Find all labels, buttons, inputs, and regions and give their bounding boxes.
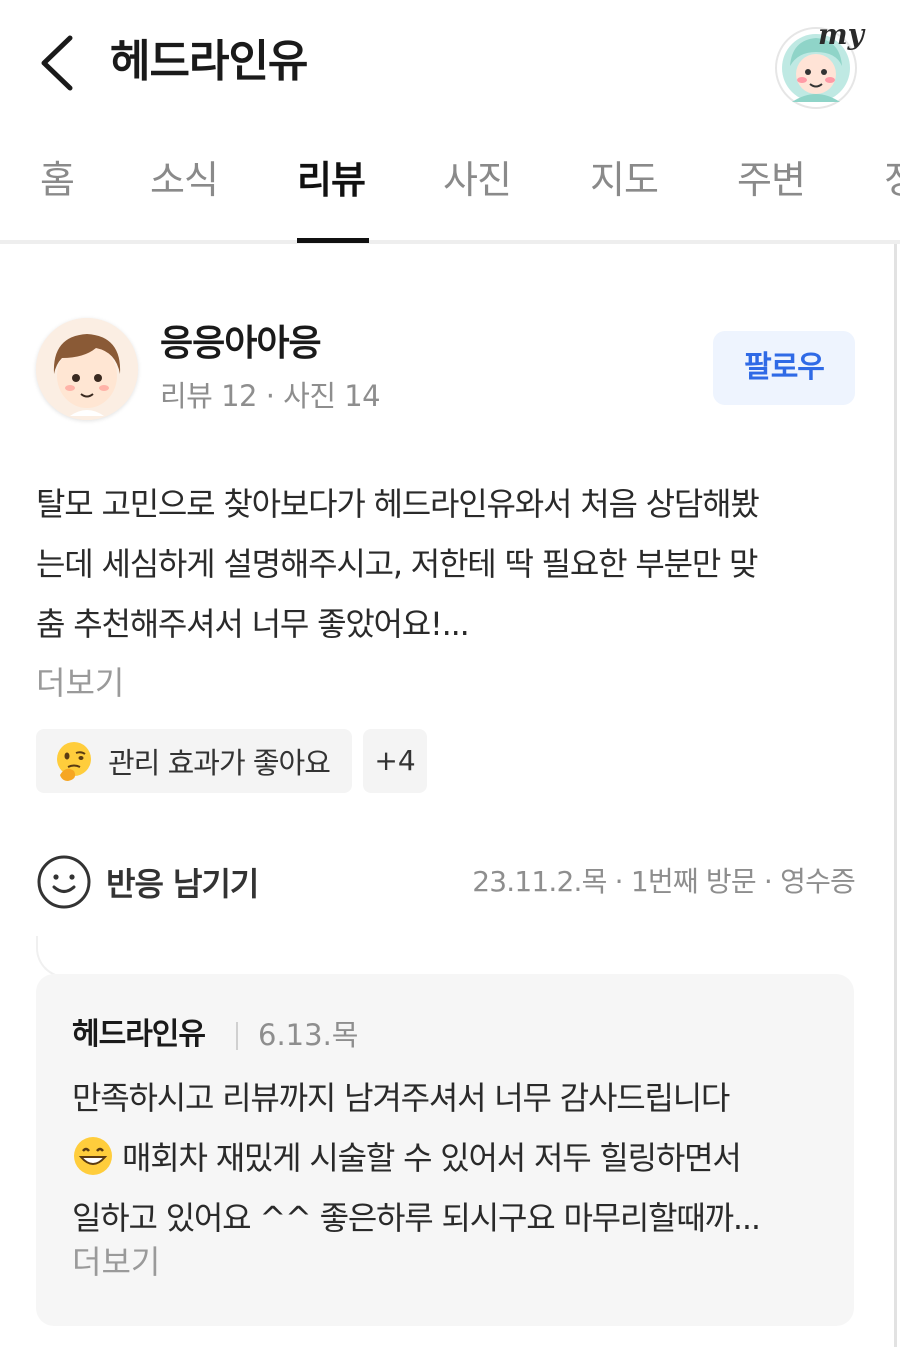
reply-text-line: 일하고 있어요 ^^ 좋은하루 되시구요 마무리할때까... xyxy=(72,1199,761,1237)
tab-bar: 홈 소식 리뷰 사진 지도 주변 정 xyxy=(0,126,900,244)
keyword-tag-label: 관리 효과가 좋아요 xyxy=(108,746,331,780)
reply-connector xyxy=(36,936,76,978)
back-button[interactable] xyxy=(30,30,86,96)
review-text-line: 는데 세심하게 설명해주시고, 저한테 딱 필요한 부분만 맞 xyxy=(36,545,758,583)
tab-map[interactable]: 지도 xyxy=(590,154,659,206)
my-profile-button[interactable]: my xyxy=(770,14,870,114)
my-label: my xyxy=(818,18,864,51)
visit-info: 23.11.2.목 · 1번째 방문 · 영수증 xyxy=(472,865,856,898)
tab-reviews[interactable]: 리뷰 xyxy=(297,154,366,206)
header: 헤드라인유 my xyxy=(0,0,900,126)
keyword-tag-chip[interactable]: 관리 효과가 좋아요 xyxy=(36,729,352,793)
avatar[interactable] xyxy=(36,318,138,420)
scroll-edge-divider xyxy=(894,244,897,1347)
chevron-left-icon xyxy=(41,35,73,91)
divider xyxy=(236,1022,238,1050)
reply-text-line: 만족하시고 리뷰까지 남겨주셔서 너무 감사드립니다 xyxy=(72,1079,730,1117)
reply-text-line-with-emoji: 매회차 재밌게 시술할 수 있어서 저두 힐링하면서 xyxy=(72,1128,832,1188)
grinning-face-emoji-icon xyxy=(74,1137,112,1175)
reply-date: 6.13.목 xyxy=(258,1018,359,1052)
follow-button[interactable]: 팔로우 xyxy=(713,331,855,405)
owner-reply-text[interactable]: 만족하시고 리뷰까지 남겨주셔서 너무 감사드립니다 매회차 재밌게 시술할 수… xyxy=(72,1068,832,1248)
reply-text-line: 매회차 재밌게 시술할 수 있어서 저두 힐링하면서 xyxy=(122,1139,742,1177)
more-tags-button[interactable]: +4 xyxy=(363,729,427,793)
leave-reaction-label: 반응 남기기 xyxy=(106,865,259,903)
tab-info[interactable]: 정 xyxy=(884,154,900,206)
author-stats: 리뷰 12 · 사진 14 xyxy=(160,379,381,413)
tab-news[interactable]: 소식 xyxy=(150,154,219,206)
user-avatar-icon xyxy=(36,318,138,420)
tab-photos[interactable]: 사진 xyxy=(443,154,512,206)
review-more-link[interactable]: 더보기 xyxy=(36,656,124,710)
tab-nearby[interactable]: 주변 xyxy=(737,154,806,206)
page-title: 헤드라인유 xyxy=(110,36,308,87)
owner-name: 헤드라인유 xyxy=(72,1017,206,1052)
author-name[interactable]: 응응아아응 xyxy=(160,318,322,370)
tab-home[interactable]: 홈 xyxy=(40,154,75,206)
review-text[interactable]: 탈모 고민으로 찾아보다가 헤드라인유와서 처음 상담해봤 는데 세심하게 설명… xyxy=(36,474,866,654)
thinking-face-emoji-icon xyxy=(57,742,91,781)
smiley-icon xyxy=(37,855,91,909)
review-text-line: 탈모 고민으로 찾아보다가 헤드라인유와서 처음 상담해봤 xyxy=(36,485,760,523)
leave-reaction-button[interactable]: 반응 남기기 xyxy=(36,852,259,912)
reply-more-link[interactable]: 더보기 xyxy=(72,1235,160,1289)
review-text-line: 춤 추천해주셔서 너무 좋았어요!... xyxy=(36,605,470,643)
tab-active-indicator xyxy=(297,238,369,243)
